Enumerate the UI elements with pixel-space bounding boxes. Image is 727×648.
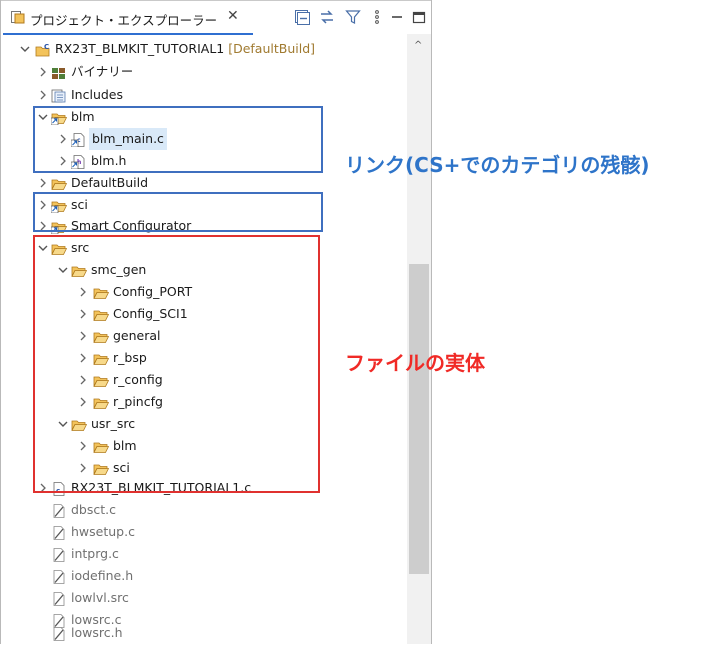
file-label: lowsrc.h — [71, 625, 123, 640]
project-icon — [35, 42, 51, 56]
excluded-file-icon — [51, 503, 67, 517]
chevron-right-icon[interactable] — [37, 84, 49, 106]
scrollbar-thumb[interactable] — [409, 264, 429, 574]
folder-icon — [51, 176, 67, 190]
scroll-up-icon[interactable]: ^ — [414, 40, 422, 51]
binaries-icon — [51, 65, 67, 79]
excluded-file-icon — [51, 547, 67, 561]
excluded-file-icon — [51, 591, 67, 605]
maximize-icon[interactable] — [411, 9, 427, 25]
excluded-file-icon — [51, 569, 67, 583]
view-menu-icon[interactable] — [369, 9, 385, 25]
file-label: iodefine.h — [71, 568, 134, 583]
link-with-editor-icon[interactable] — [319, 9, 335, 25]
collapse-all-icon[interactable] — [294, 9, 310, 25]
file-label: hwsetup.c — [71, 524, 135, 539]
vertical-scrollbar[interactable]: ^ — [407, 34, 431, 644]
tab-project-explorer[interactable]: プロジェクト・エクスプローラー ✕ — [3, 5, 253, 35]
project-name: RX23T_BLMKIT_TUTORIAL1 — [55, 41, 225, 56]
chevron-right-icon[interactable] — [37, 61, 49, 83]
file-label: intprg.c — [71, 546, 119, 561]
includes-icon — [51, 88, 67, 102]
link-highlight-box — [33, 106, 323, 173]
tab-title: プロジェクト・エクスプローラー — [30, 13, 218, 28]
minimize-icon[interactable] — [389, 9, 405, 25]
close-icon[interactable]: ✕ — [227, 8, 239, 24]
includes-label: Includes — [71, 87, 124, 102]
chevron-down-icon[interactable] — [19, 38, 31, 60]
file-label: lowlvl.src — [71, 590, 129, 605]
real-files-annotation: ファイルの実体 — [345, 351, 485, 375]
chevron-right-icon[interactable] — [37, 172, 49, 194]
active-tab-indicator — [3, 33, 253, 35]
link-annotation: リンク(CS+でのカテゴリの残骸) — [345, 153, 650, 177]
excluded-file-icon — [51, 613, 67, 627]
link-highlight-box — [33, 192, 323, 232]
real-files-highlight-box — [33, 235, 320, 493]
file-label: dbsct.c — [71, 502, 117, 517]
excluded-file-icon — [51, 525, 67, 539]
build-config-label: [DefaultBuild] — [224, 41, 316, 56]
project-explorer-icon — [11, 11, 25, 24]
view-tabbar: プロジェクト・エクスプローラー ✕ — [1, 0, 431, 35]
excluded-file-icon — [51, 626, 67, 640]
folder-label: DefaultBuild — [71, 175, 149, 190]
binaries-label: バイナリー — [71, 64, 134, 79]
filter-icon[interactable] — [345, 9, 361, 25]
